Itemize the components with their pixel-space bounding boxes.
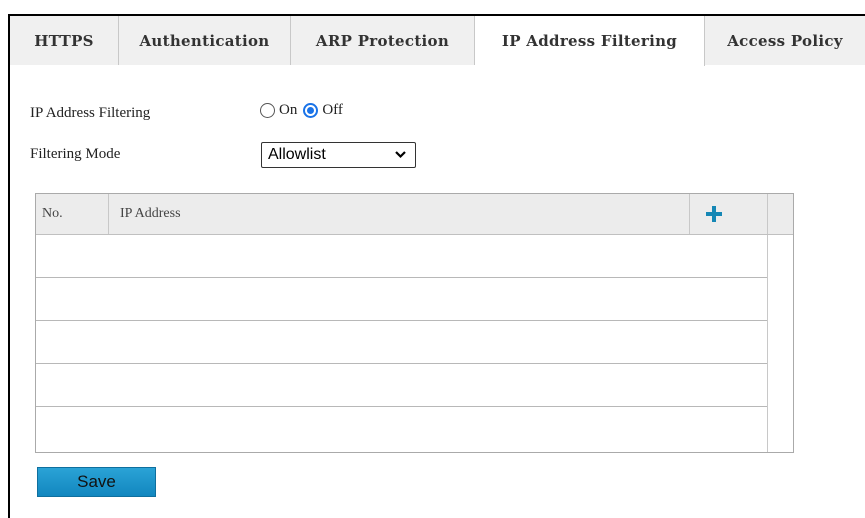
tab-authentication[interactable]: Authentication bbox=[119, 16, 291, 65]
filtering-mode-select[interactable]: Allowlist bbox=[261, 142, 416, 168]
radio-on-label[interactable]: On bbox=[279, 102, 297, 119]
table-row bbox=[36, 278, 767, 321]
col-header-no: No. bbox=[42, 206, 63, 221]
col-header-ip-address: IP Address bbox=[120, 206, 181, 221]
tab-arp-protection[interactable]: ARP Protection bbox=[291, 16, 475, 65]
save-button[interactable]: Save bbox=[37, 467, 156, 497]
plus-icon[interactable] bbox=[704, 204, 724, 224]
table-row bbox=[36, 364, 767, 407]
tab-access-policy[interactable]: Access Policy bbox=[705, 16, 865, 65]
radio-off[interactable] bbox=[303, 103, 319, 118]
ip-filtering-radio-group: On Off bbox=[260, 102, 349, 119]
ip-address-table: No. IP Address bbox=[35, 193, 794, 453]
tab-bar: HTTPS Authentication ARP Protection IP A… bbox=[10, 16, 865, 66]
table-row bbox=[36, 407, 767, 450]
radio-off-label[interactable]: Off bbox=[322, 102, 343, 119]
tab-https[interactable]: HTTPS bbox=[10, 16, 119, 65]
table-row bbox=[36, 321, 767, 364]
chevron-down-icon bbox=[395, 151, 406, 159]
radio-on[interactable] bbox=[260, 103, 275, 118]
table-row bbox=[36, 235, 767, 278]
table-scrollbar-divider bbox=[767, 235, 768, 452]
ip-filtering-label: IP Address Filtering bbox=[30, 105, 151, 121]
settings-panel: HTTPS Authentication ARP Protection IP A… bbox=[8, 14, 865, 518]
tab-ip-address-filtering[interactable]: IP Address Filtering bbox=[475, 16, 705, 66]
table-header: No. IP Address bbox=[36, 194, 793, 235]
filtering-mode-label: Filtering Mode bbox=[30, 146, 121, 162]
filtering-mode-value: Allowlist bbox=[268, 146, 326, 163]
